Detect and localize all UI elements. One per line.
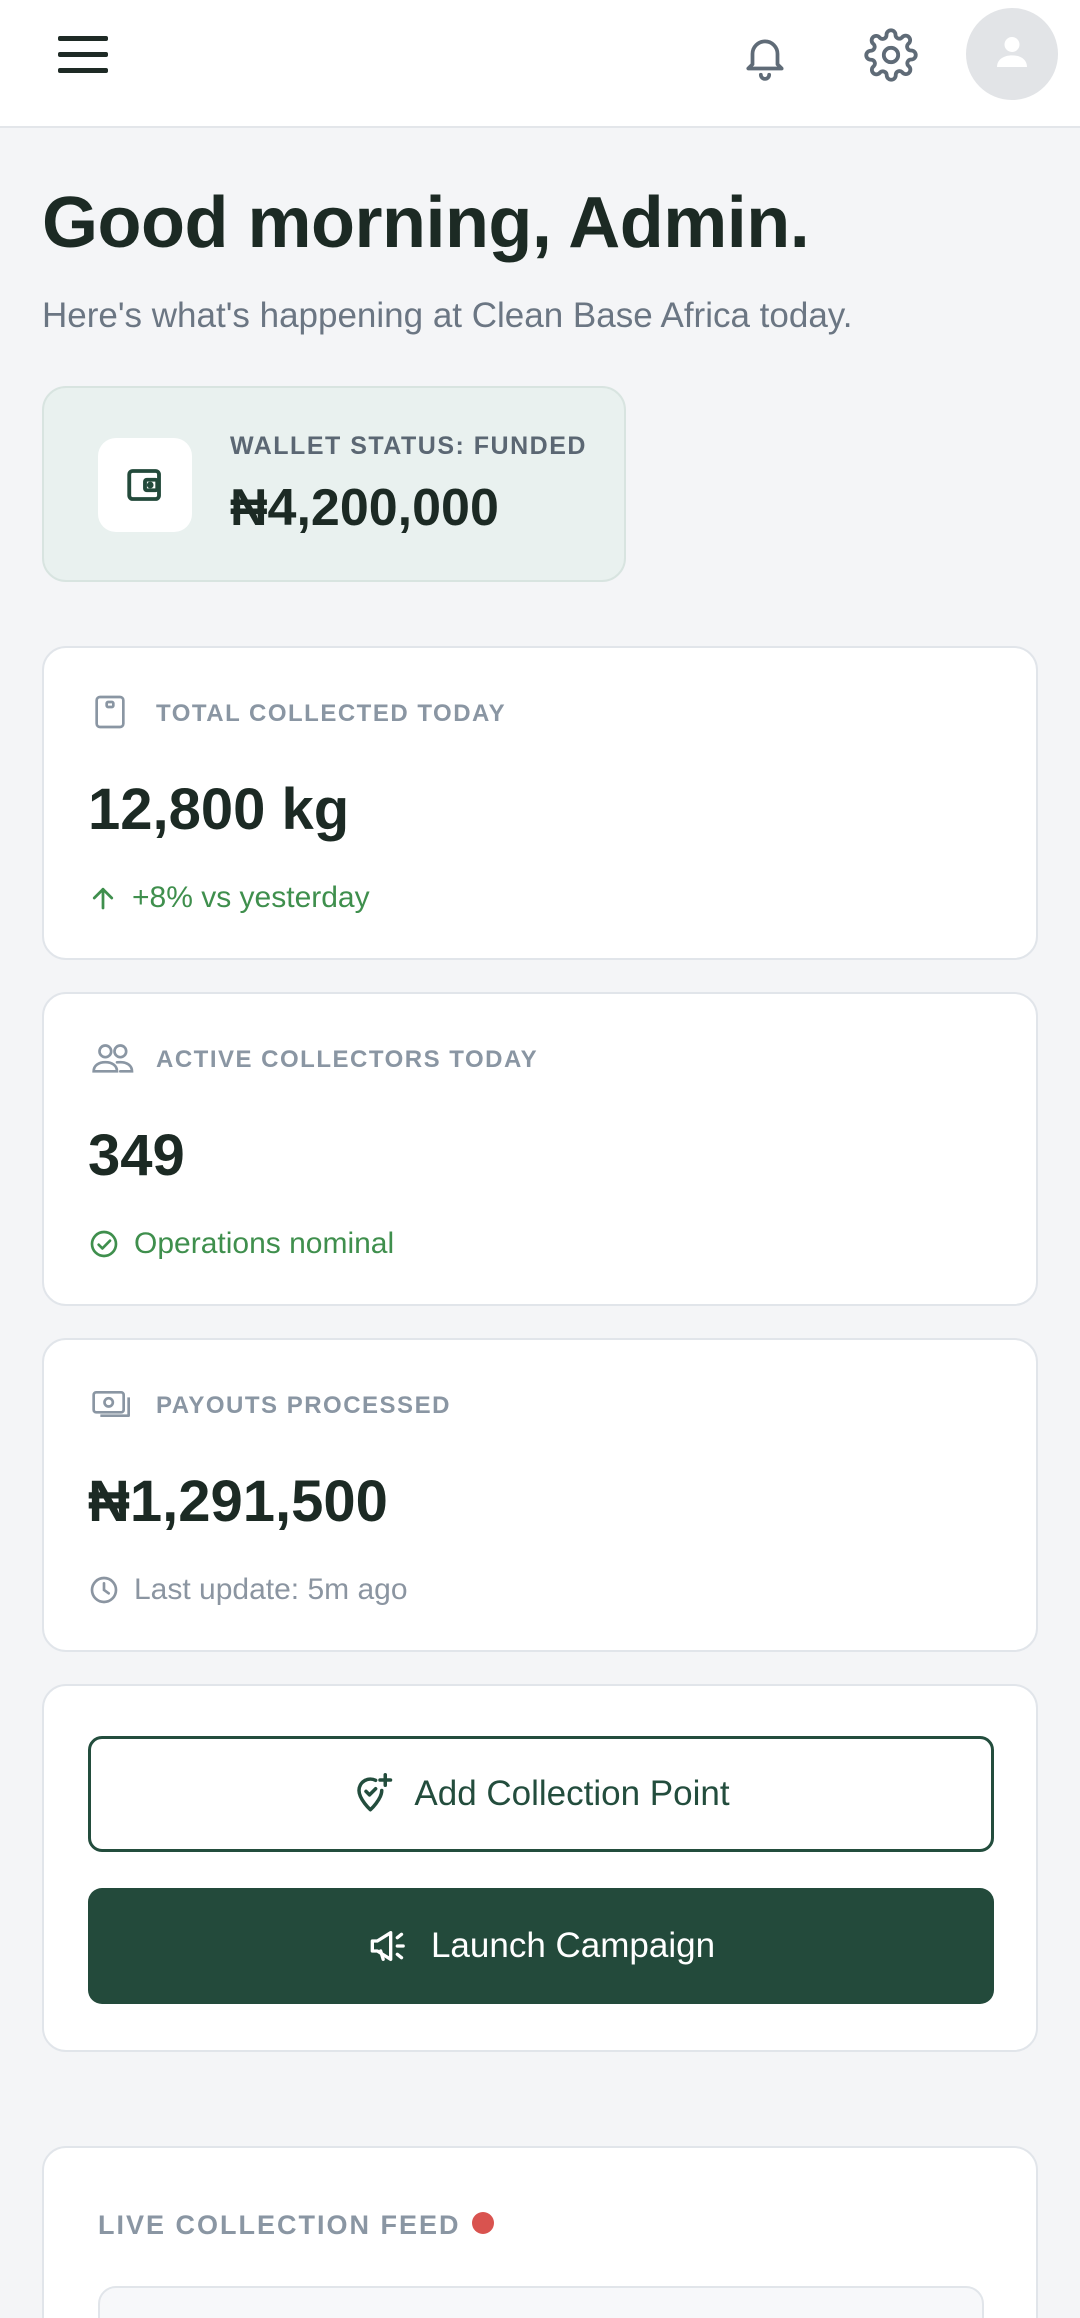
feed-title: LIVE COLLECTION FEED [98, 2210, 461, 2240]
stat-card-payouts: PAYOUTS PROCESSED ₦1,291,500 Last update… [42, 1338, 1038, 1652]
stat-label: PAYOUTS PROCESSED [156, 1392, 451, 1419]
wallet-status-card[interactable]: WALLET STATUS: FUNDED ₦4,200,000 [42, 386, 626, 582]
stat-value: ₦1,291,500 [88, 1469, 388, 1534]
add-collection-point-label: Add Collection Point [414, 1774, 730, 1813]
stat-card-total-collected: TOTAL COLLECTED TODAY 12,800 kg +8% vs y… [42, 646, 1038, 960]
arrow-up-icon [92, 887, 114, 910]
add-location-icon [357, 1773, 393, 1812]
stat-note: Last update: 5m ago [88, 1570, 408, 1610]
wallet-status-label: WALLET STATUS: FUNDED [230, 432, 587, 460]
check-circle-icon [90, 1230, 118, 1258]
launch-campaign-label: Launch Campaign [430, 1926, 716, 1965]
stat-note: Operations nominal [88, 1224, 394, 1264]
stat-value: 349 [88, 1123, 185, 1188]
gear-icon[interactable] [864, 28, 918, 82]
user-icon [997, 37, 1027, 67]
megaphone-icon [370, 1931, 405, 1961]
bell-icon[interactable] [740, 30, 790, 82]
stat-note-text: +8% vs yesterday [132, 881, 370, 914]
quick-actions-card: Add Collection Point Launch Campaign [42, 1684, 1038, 2052]
wallet-balance: ₦4,200,000 [230, 479, 499, 537]
launch-campaign-button[interactable]: Launch Campaign [88, 1888, 994, 2004]
stat-label: TOTAL COLLECTED TODAY [156, 700, 507, 727]
menu-icon[interactable] [58, 36, 110, 76]
stat-label: ACTIVE COLLECTORS TODAY [156, 1046, 539, 1073]
users-icon [90, 1038, 134, 1078]
stat-value: 12,800 kg [88, 777, 350, 842]
page-title: Good morning, Admin. [42, 183, 810, 263]
cash-icon [90, 1384, 130, 1424]
stat-note: +8% vs yesterday [88, 878, 370, 918]
live-collection-feed: LIVE COLLECTION FEED [42, 2146, 1038, 2318]
wallet-icon [98, 438, 192, 532]
stat-note-text: Last update: 5m ago [134, 1573, 408, 1606]
page-subtitle: Here's what's happening at Clean Base Af… [42, 296, 853, 335]
live-indicator [472, 2212, 494, 2234]
top-app-bar [0, 0, 1080, 128]
avatar[interactable] [966, 8, 1058, 100]
clock-icon [90, 1576, 118, 1604]
stat-card-active-collectors: ACTIVE COLLECTORS TODAY 349 Operations n… [42, 992, 1038, 1306]
add-collection-point-button[interactable]: Add Collection Point [88, 1736, 994, 1852]
clipboard-icon [90, 692, 130, 732]
list-item[interactable] [98, 2286, 984, 2318]
stat-note-text: Operations nominal [134, 1227, 395, 1260]
